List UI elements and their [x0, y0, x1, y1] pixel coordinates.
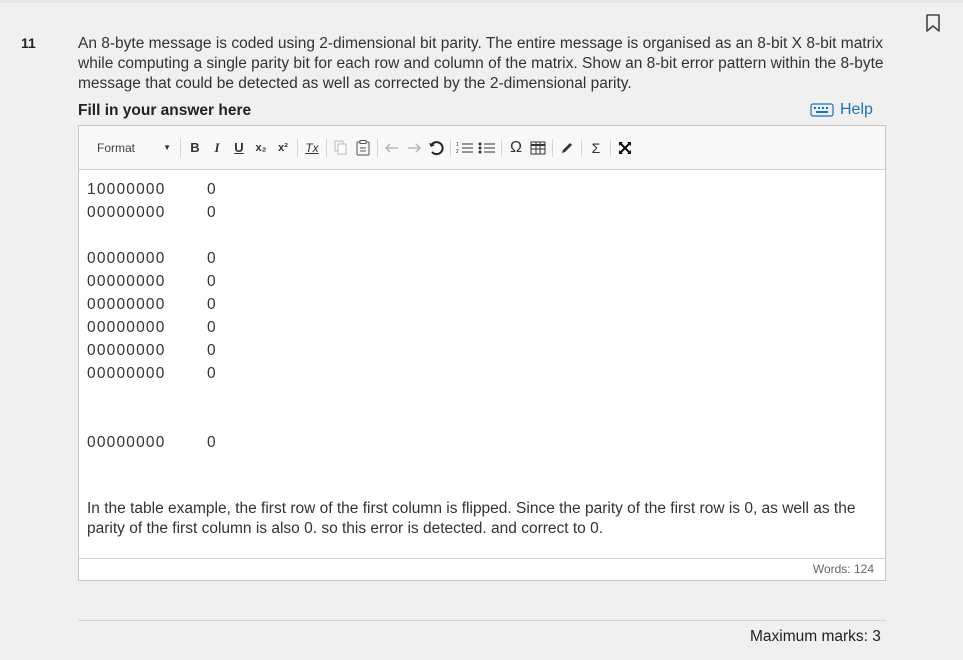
- toolbar-separator: [552, 138, 553, 157]
- matrix-row: 00000000 0: [87, 431, 877, 454]
- matrix-row: 00000000 0: [87, 247, 877, 270]
- matrix-parity: 0: [207, 434, 217, 451]
- footer-divider: [78, 620, 886, 621]
- undo-history-icon[interactable]: [425, 136, 447, 160]
- toolbar-separator: [450, 138, 451, 157]
- matrix-row: 00000000 0: [87, 270, 877, 293]
- matrix-row: 00000000 0: [87, 339, 877, 362]
- toolbar-separator: [180, 138, 181, 157]
- svg-text:2: 2: [456, 149, 459, 155]
- matrix-bits: 00000000: [87, 342, 166, 359]
- keyboard-icon: [810, 102, 834, 118]
- parity-matrix: 10000000 0 00000000 0 00000000 0 00000000 0 …: [87, 178, 877, 454]
- explanation-text: In the table example, the first row of t…: [87, 500, 856, 537]
- matrix-parity: 0: [207, 296, 217, 313]
- table-icon[interactable]: [527, 136, 549, 160]
- bold-button[interactable]: B: [184, 136, 206, 160]
- matrix-row: 00000000 0: [87, 362, 877, 385]
- question-number: 11: [21, 35, 36, 51]
- format-dropdown[interactable]: Format ▼: [85, 135, 177, 161]
- editor-toolbar: Format ▼ B I U x₂ x² Tx 12 Ω Σ: [79, 126, 885, 170]
- help-link[interactable]: Help: [810, 101, 873, 119]
- word-count: Words: 124: [79, 558, 885, 580]
- matrix-parity: 0: [207, 342, 217, 359]
- question-text: An 8-byte message is coded using 2-dimen…: [78, 35, 884, 92]
- toolbar-separator: [501, 138, 502, 157]
- underline-button[interactable]: U: [228, 136, 250, 160]
- matrix-bits: 00000000: [87, 319, 166, 336]
- matrix-row: 00000000 0: [87, 293, 877, 316]
- matrix-bits: 00000000: [87, 434, 166, 451]
- matrix-bits: 00000000: [87, 365, 166, 382]
- editor-content[interactable]: 10000000 0 00000000 0 00000000 0 00000000 0 …: [79, 170, 885, 561]
- matrix-bits: 00000000: [87, 296, 166, 313]
- superscript-button[interactable]: x²: [272, 136, 294, 160]
- answer-label: Fill in your answer here: [78, 102, 252, 119]
- toolbar-separator: [297, 138, 298, 157]
- italic-button[interactable]: I: [206, 136, 228, 160]
- matrix-parity: 0: [207, 181, 217, 198]
- bookmark-icon[interactable]: [925, 14, 941, 32]
- numbered-list-icon[interactable]: 12: [454, 136, 476, 160]
- max-marks: Maximum marks: 3: [750, 628, 881, 645]
- matrix-parity: 0: [207, 319, 217, 336]
- toolbar-separator: [610, 138, 611, 157]
- answer-editor[interactable]: Format ▼ B I U x₂ x² Tx 12 Ω Σ 10000000 …: [78, 125, 886, 581]
- toolbar-separator: [377, 138, 378, 157]
- matrix-bits: 00000000: [87, 250, 166, 267]
- maximize-icon[interactable]: [614, 136, 636, 160]
- matrix-row: 10000000 0: [87, 178, 877, 201]
- remove-format-button[interactable]: Tx: [301, 136, 323, 160]
- copy-icon[interactable]: [330, 136, 352, 160]
- paste-icon[interactable]: [352, 136, 374, 160]
- matrix-row: 00000000 0: [87, 316, 877, 339]
- matrix-parity: 0: [207, 250, 217, 267]
- matrix-parity: 0: [207, 204, 217, 221]
- matrix-row: 00000000 0: [87, 201, 877, 224]
- chevron-down-icon: ▼: [163, 143, 171, 152]
- subscript-button[interactable]: x₂: [250, 136, 272, 160]
- matrix-bits: 00000000: [87, 273, 166, 290]
- format-label: Format: [97, 140, 136, 155]
- matrix-bits: 10000000: [87, 181, 166, 198]
- special-char-button[interactable]: Ω: [505, 136, 527, 160]
- equation-button[interactable]: Σ: [585, 136, 607, 160]
- redo-icon[interactable]: [403, 136, 425, 160]
- help-label: Help: [840, 101, 873, 118]
- undo-icon[interactable]: [381, 136, 403, 160]
- matrix-parity: 0: [207, 365, 217, 382]
- matrix-bits: 00000000: [87, 204, 166, 221]
- svg-text:1: 1: [456, 142, 459, 148]
- bullet-list-icon[interactable]: [476, 136, 498, 160]
- matrix-parity: 0: [207, 273, 217, 290]
- toolbar-separator: [326, 138, 327, 157]
- pencil-icon[interactable]: [556, 136, 578, 160]
- toolbar-separator: [581, 138, 582, 157]
- top-divider: [0, 0, 963, 3]
